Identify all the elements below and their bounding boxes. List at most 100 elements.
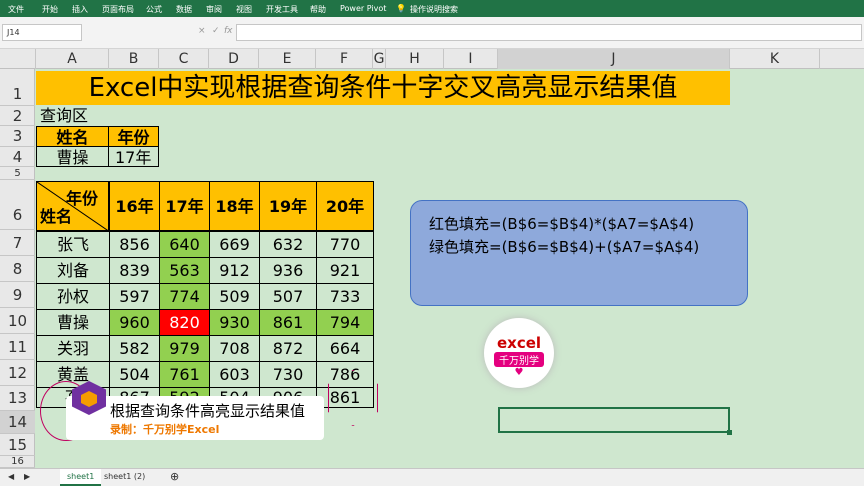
year-header-1[interactable]: 16年 [109,181,160,231]
table-value-cell[interactable]: 507 [259,283,317,310]
table-value-cell[interactable]: 774 [159,283,210,310]
table-name-cell[interactable]: 孙权 [36,283,110,310]
year-header-4[interactable]: 19年 [259,181,317,231]
row-header-4[interactable]: 4 [0,147,35,167]
tell-me-search[interactable]: 操作说明搜索 [410,4,458,15]
table-value-cell[interactable]: 872 [259,335,317,362]
column-header-h[interactable]: H [386,49,444,69]
table-value-cell[interactable]: 921 [316,257,374,284]
formula-note-shape[interactable]: 红色填充=(B$6=$B$4)*($A7=$A$4) 绿色填充=(B$6=$B$… [410,200,748,306]
selected-cell-j14[interactable] [498,407,730,433]
prev-sheet-icon[interactable]: ◀ [8,472,14,481]
row-header-3[interactable]: 3 [0,126,35,147]
row-header-10[interactable]: 10 [0,308,35,334]
year-header-3[interactable]: 18年 [209,181,260,231]
tab-help[interactable]: 帮助 [310,4,326,15]
row-header-9[interactable]: 9 [0,282,35,308]
table-value-cell[interactable]: 632 [259,231,317,258]
table-value-cell[interactable]: 733 [316,283,374,310]
next-sheet-icon[interactable]: ▶ [24,472,30,481]
table-value-cell[interactable]: 794 [316,309,374,336]
table-value-cell[interactable]: 730 [259,361,317,388]
table-value-cell[interactable]: 761 [159,361,210,388]
year-header-5[interactable]: 20年 [316,181,374,231]
column-header-f[interactable]: F [316,49,373,69]
row-header-14[interactable]: 14 [0,411,35,434]
table-value-cell[interactable]: 861 [259,309,317,336]
query-header-name[interactable]: 姓名 [36,126,109,147]
table-value-cell[interactable]: 603 [209,361,260,388]
sheet-tab-sheet1[interactable]: sheet1 [60,469,102,486]
table-value-cell[interactable]: 930 [209,309,260,336]
tab-data[interactable]: 数据 [176,4,192,15]
column-header-c[interactable]: C [159,49,209,69]
tab-insert[interactable]: 插入 [72,4,88,15]
row-header-6[interactable]: 6 [0,180,35,230]
column-header-a[interactable]: A [36,49,109,69]
row-header-7[interactable]: 7 [0,230,35,256]
row-header-1[interactable]: 1 [0,69,35,106]
table-value-cell[interactable]: 597 [109,283,160,310]
query-area-label[interactable]: 查询区 [40,106,88,126]
table-name-cell[interactable]: 张飞 [36,231,110,258]
tab-page-layout[interactable]: 页面布局 [102,4,134,15]
table-name-cell[interactable]: 关羽 [36,335,110,362]
column-header-e[interactable]: E [259,49,316,69]
table-value-cell[interactable]: 708 [209,335,260,362]
fill-handle[interactable] [727,430,732,435]
tab-review[interactable]: 审阅 [206,4,222,15]
table-corner-header[interactable]: 年份 姓名 [36,181,109,231]
row-header-11[interactable]: 11 [0,334,35,360]
table-value-cell[interactable]: 912 [209,257,260,284]
table-value-cell[interactable]: 563 [159,257,210,284]
query-value-name[interactable]: 曹操 [36,146,109,167]
sheet-tab-sheet1-2[interactable]: sheet1 (2) [104,472,145,481]
channel-logo: excel 千万别学 ♥ [484,318,554,388]
table-value-cell[interactable]: 820 [159,309,210,336]
row-header-16[interactable]: 16 [0,456,35,468]
sheet-title[interactable]: Excel中实现根据查询条件十字交叉高亮显示结果值 [36,71,730,105]
row-header-2[interactable]: 2 [0,106,35,126]
row-header-5[interactable]: 5 [0,167,35,180]
table-value-cell[interactable]: 960 [109,309,160,336]
table-name-cell[interactable]: 刘备 [36,257,110,284]
table-value-cell[interactable]: 669 [209,231,260,258]
table-value-cell[interactable]: 839 [109,257,160,284]
table-value-cell[interactable]: 582 [109,335,160,362]
table-value-cell[interactable]: 936 [259,257,317,284]
row-header-12[interactable]: 12 [0,360,35,386]
table-value-cell[interactable]: 979 [159,335,210,362]
table-value-cell[interactable]: 856 [109,231,160,258]
enter-icon[interactable]: ✓ [212,26,220,36]
formula-input[interactable] [236,24,862,41]
query-value-year[interactable]: 17年 [108,146,159,167]
table-name-cell[interactable]: 曹操 [36,309,110,336]
column-header-j[interactable]: J [498,49,730,69]
add-sheet-icon[interactable]: ⊕ [170,470,179,483]
fx-icon[interactable]: fx [224,26,233,36]
tab-power-pivot[interactable]: Power Pivot [340,4,386,13]
column-header-k[interactable]: K [730,49,820,69]
tab-file[interactable]: 文件 [8,4,24,15]
row-header-8[interactable]: 8 [0,256,35,282]
row-header-15[interactable]: 15 [0,434,35,456]
row-header-13[interactable]: 13 [0,386,35,411]
tab-view[interactable]: 视图 [236,4,252,15]
cancel-icon[interactable]: × [198,26,206,36]
table-value-cell[interactable]: 664 [316,335,374,362]
tab-home[interactable]: 开始 [42,4,58,15]
column-header-i[interactable]: I [444,49,498,69]
select-all-corner[interactable] [0,49,36,69]
tab-formulas[interactable]: 公式 [146,4,162,15]
tab-developer[interactable]: 开发工具 [266,4,298,15]
name-box[interactable]: J14 [2,24,82,41]
query-header-year[interactable]: 年份 [108,126,159,147]
table-value-cell[interactable]: 504 [109,361,160,388]
column-header-d[interactable]: D [209,49,259,69]
table-value-cell[interactable]: 509 [209,283,260,310]
table-value-cell[interactable]: 640 [159,231,210,258]
year-header-2[interactable]: 17年 [159,181,210,231]
column-header-b[interactable]: B [109,49,159,69]
table-value-cell[interactable]: 770 [316,231,374,258]
column-header-g[interactable]: G [373,49,386,69]
